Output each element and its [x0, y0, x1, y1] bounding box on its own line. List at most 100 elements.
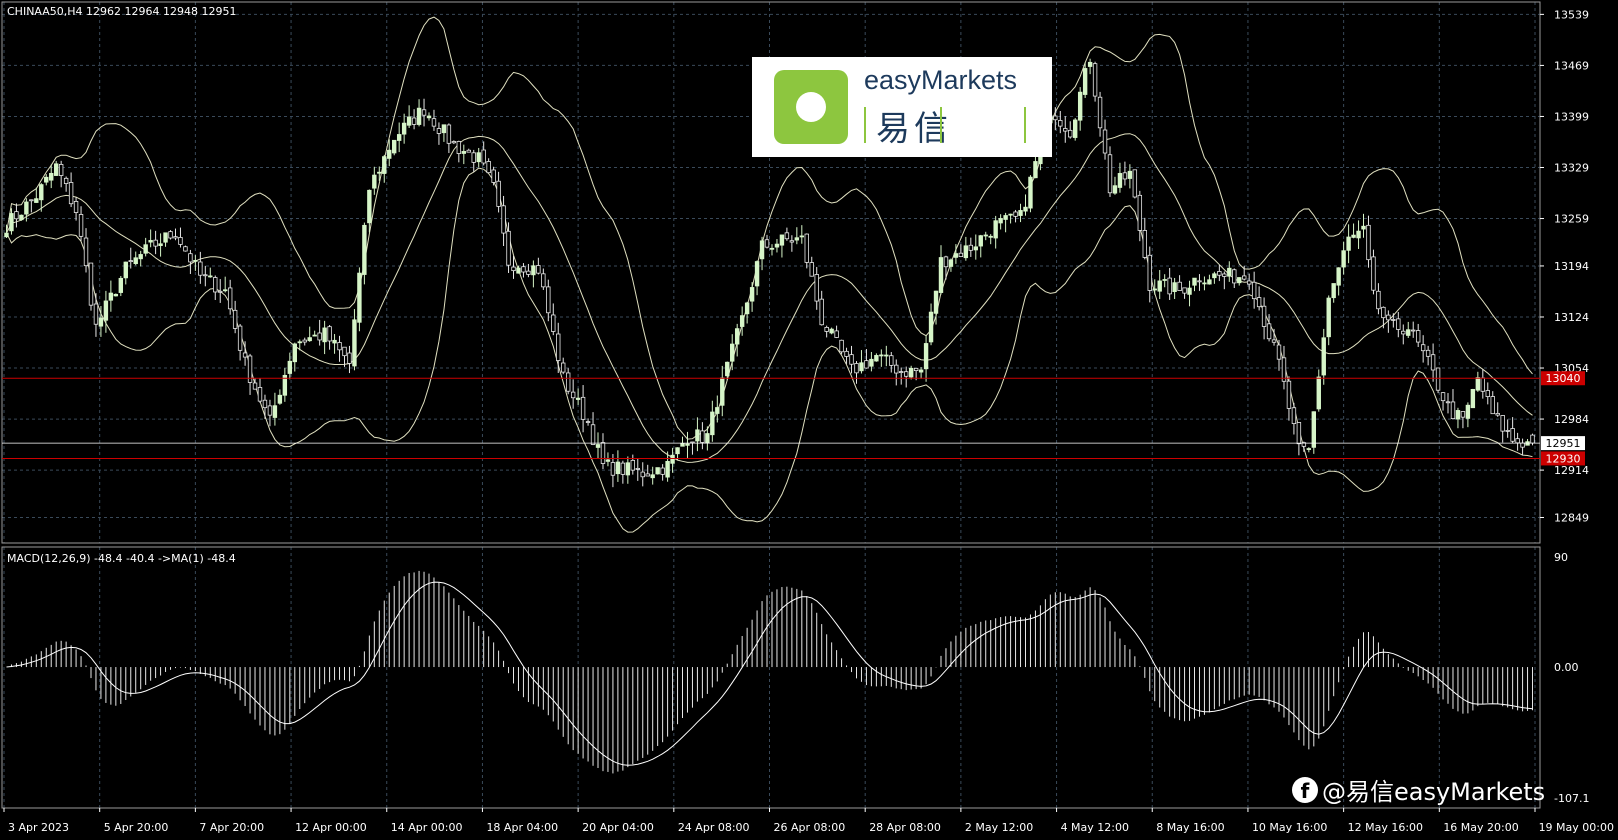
candle-body [392, 139, 397, 154]
candle-body [685, 443, 690, 446]
candle-body [516, 267, 521, 274]
logo-divider [940, 107, 942, 143]
candle-body [1515, 438, 1520, 444]
candle-body [521, 266, 526, 273]
candle-body [1023, 206, 1028, 212]
price-axis-label: 13469 [1554, 59, 1589, 72]
candle-body [337, 342, 342, 351]
candle-body [1092, 63, 1098, 97]
candle-body [1470, 389, 1476, 409]
candle-body [203, 274, 208, 277]
candle[interactable] [1073, 118, 1078, 141]
candle-body [232, 309, 238, 329]
candle-body [1520, 442, 1525, 448]
candle-body [1321, 337, 1326, 376]
candle[interactable] [19, 214, 24, 221]
candle-body [34, 198, 39, 203]
candle-body [168, 231, 173, 239]
time-axis-label: 12 May 16:00 [1348, 821, 1423, 834]
candle-body [824, 326, 829, 332]
time-axis-label: 10 May 16:00 [1252, 821, 1327, 834]
candle-body [1286, 380, 1292, 409]
candle-body [998, 218, 1003, 224]
candle-body [546, 286, 551, 314]
candle-body [302, 339, 307, 343]
candle-body [1182, 287, 1187, 294]
candle-body [1063, 128, 1068, 132]
candle-body [988, 235, 993, 238]
candle[interactable] [655, 467, 660, 475]
candle-body [143, 244, 148, 254]
candle[interactable] [839, 339, 844, 355]
candle-body [1157, 280, 1162, 292]
candle[interactable] [1132, 169, 1138, 199]
easymarkets-logo: easyMarkets 易信 [752, 57, 1052, 157]
candle-body [1356, 230, 1361, 239]
candle-body [1420, 344, 1426, 352]
candle-body [1530, 434, 1535, 444]
candle-body [83, 237, 89, 267]
time-axis-label: 20 Apr 04:00 [582, 821, 654, 834]
candle-body [173, 236, 178, 239]
candle[interactable] [1092, 61, 1098, 102]
candle[interactable] [183, 245, 188, 252]
candle[interactable] [1028, 175, 1033, 213]
candle-body [1162, 279, 1167, 281]
candle-body [39, 184, 44, 201]
candle-body [1058, 120, 1063, 127]
candle-body [1445, 401, 1451, 404]
candle-body [29, 199, 34, 202]
candle-body [1276, 344, 1282, 360]
candle-body [327, 326, 332, 342]
candle[interactable] [1470, 388, 1476, 409]
candle-body [680, 443, 685, 447]
candle-body [754, 261, 760, 287]
candle-body [481, 149, 486, 164]
candle-body [1505, 430, 1510, 432]
candle-body [670, 454, 675, 464]
candle-body [277, 394, 283, 404]
candle-body [923, 343, 929, 370]
macd-label: MACD(12,26,9) -48.4 -40.4 ->MA(1) -48.4 [7, 552, 236, 565]
candle-body [14, 211, 19, 220]
candle-body [1460, 411, 1466, 418]
candle[interactable] [392, 139, 397, 156]
social-watermark: f @易信easyMarkets [1292, 772, 1545, 807]
price-axis-label: 13194 [1554, 260, 1589, 273]
candle[interactable] [357, 267, 362, 332]
candle[interactable] [1435, 367, 1441, 394]
candle-body [1077, 91, 1083, 121]
candle-body [1246, 280, 1252, 285]
candle-body [784, 232, 790, 240]
candle-body [406, 116, 412, 126]
candle-body [431, 118, 437, 127]
price-axis-label: 12914 [1554, 464, 1589, 477]
candle[interactable] [1311, 411, 1317, 454]
candle-body [590, 424, 596, 445]
time-axis-label: 8 May 16:00 [1156, 821, 1224, 834]
candle-body [894, 364, 899, 374]
candle-body [476, 152, 481, 163]
candle-body [774, 243, 780, 248]
candle-body [749, 287, 755, 302]
time-axis-label: 14 Apr 00:00 [391, 821, 463, 834]
candle[interactable] [168, 230, 173, 240]
time-axis-label: 16 May 20:00 [1443, 821, 1518, 834]
candle-body [1490, 396, 1495, 415]
easymarkets-logo-mark [774, 70, 848, 144]
candle-body [78, 214, 84, 237]
candle-body [1033, 161, 1038, 179]
candle-body [382, 156, 387, 174]
candle-body [237, 325, 243, 351]
candle-body [148, 240, 153, 243]
candle-body [595, 444, 601, 448]
candle-body [918, 369, 924, 373]
candle-body [556, 333, 561, 361]
candle-body [287, 360, 293, 374]
candle-body [178, 237, 183, 245]
candle-body [123, 261, 128, 279]
candle[interactable] [88, 262, 94, 311]
candle-body [605, 459, 611, 462]
candle-body [725, 361, 730, 377]
candle-body [332, 339, 337, 344]
